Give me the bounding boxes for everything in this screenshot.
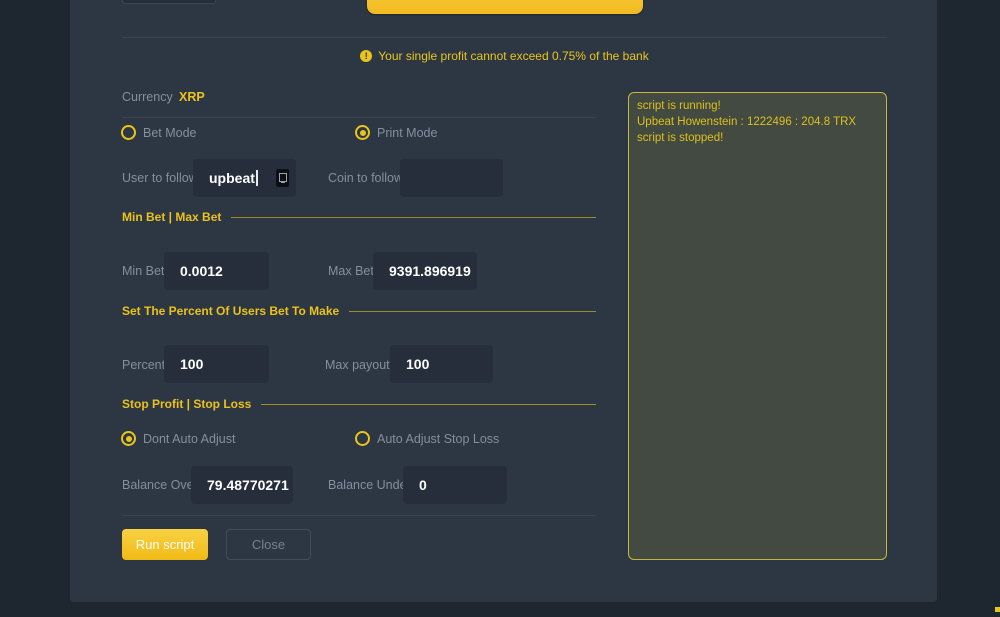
max-bet-input[interactable]: 9391.896919: [373, 252, 477, 290]
section-stop: Stop Profit | Stop Loss: [122, 397, 596, 411]
min-bet-value: 0.0012: [180, 263, 223, 279]
profit-warning: ! Your single profit cannot exceed 0.75%…: [122, 48, 887, 63]
close-label: Close: [252, 537, 285, 552]
coin-to-follow-input[interactable]: [400, 159, 503, 197]
percent-value: 100: [180, 356, 203, 372]
section-bet-limits: Min Bet | Max Bet: [122, 210, 596, 224]
section-percent-title: Set The Percent Of Users Bet To Make: [122, 304, 339, 318]
print-mode-radio[interactable]: [355, 125, 370, 140]
user-to-follow-value: upbeat: [209, 170, 255, 186]
actions-divider: [122, 515, 596, 516]
max-payout-value: 100: [406, 356, 429, 372]
log-line: script is stopped!: [637, 130, 878, 146]
log-line: script is running!: [637, 98, 878, 114]
profit-warning-text: Your single profit cannot exceed 0.75% o…: [378, 49, 648, 63]
section-rule: [261, 404, 596, 405]
section-percent: Set The Percent Of Users Bet To Make: [122, 304, 596, 318]
coin-to-follow-label: Coin to follow: [328, 171, 403, 185]
section-bet-limits-title: Min Bet | Max Bet: [122, 210, 221, 224]
script-log-output[interactable]: script is running! Upbeat Howenstein : 1…: [628, 92, 887, 560]
top-divider: [122, 37, 887, 38]
section-stop-title: Stop Profit | Stop Loss: [122, 397, 251, 411]
balance-over-value: 79.48770271: [207, 477, 289, 493]
max-bet-value: 9391.896919: [389, 263, 471, 279]
balance-under-label: Balance Under: [328, 478, 411, 492]
currency-divider: [122, 117, 596, 118]
run-script-label: Run script: [136, 537, 195, 552]
info-icon: !: [360, 50, 372, 62]
text-caret: [256, 170, 258, 186]
input-method-icon: [276, 169, 289, 187]
run-script-button[interactable]: Run script: [122, 529, 208, 560]
balance-over-input[interactable]: 79.48770271: [191, 466, 293, 504]
percent-label: Percent: [122, 358, 165, 372]
bet-mode-radio[interactable]: [121, 125, 136, 140]
close-button[interactable]: Close: [226, 529, 311, 560]
currency-label: Currency: [122, 90, 173, 104]
user-to-follow-input[interactable]: upbeat: [193, 159, 296, 197]
auto-adjust-label[interactable]: Auto Adjust Stop Loss: [377, 432, 499, 446]
balance-under-value: 0: [419, 477, 427, 493]
user-to-follow-label: User to follow: [122, 171, 198, 185]
percent-input[interactable]: 100: [164, 345, 269, 383]
auto-adjust-radio[interactable]: [355, 431, 370, 446]
log-line: Upbeat Howenstein : 1222496 : 204.8 TRX: [637, 114, 878, 130]
script-dialog-screen: (Next round) ! Your single profit cannot…: [0, 0, 1000, 617]
next-round-button[interactable]: (Next round): [367, 0, 643, 14]
dont-auto-adjust-radio[interactable]: [121, 431, 136, 446]
max-payout-label: Max payout: [325, 358, 390, 372]
balance-under-input[interactable]: 0: [403, 466, 507, 504]
section-rule: [231, 217, 596, 218]
dont-auto-adjust-label[interactable]: Dont Auto Adjust: [143, 432, 235, 446]
print-mode-label[interactable]: Print Mode: [377, 126, 437, 140]
screen-edge-artifact: [995, 607, 1000, 612]
section-rule: [349, 311, 596, 312]
max-payout-input[interactable]: 100: [390, 345, 493, 383]
max-bet-label: Max Bet: [328, 264, 374, 278]
bet-mode-label[interactable]: Bet Mode: [143, 126, 197, 140]
cutoff-input-field[interactable]: [122, 0, 216, 4]
bot-script-dialog: (Next round) ! Your single profit cannot…: [70, 0, 937, 602]
min-bet-label: Min Bet: [122, 264, 164, 278]
min-bet-input[interactable]: 0.0012: [164, 252, 269, 290]
balance-over-label: Balance Over: [122, 478, 198, 492]
currency-value[interactable]: XRP: [179, 90, 205, 104]
